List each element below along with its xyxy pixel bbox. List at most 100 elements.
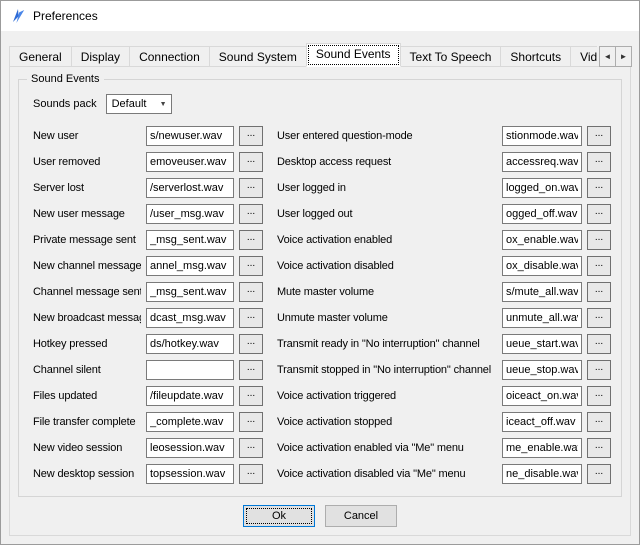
browse-voice-activation-enabled[interactable]: ...	[587, 230, 611, 250]
chevron-left-icon: ◄	[604, 52, 612, 61]
input-new-video-session[interactable]	[146, 438, 234, 458]
tab-connection[interactable]: Connection	[129, 46, 210, 67]
browse-user-entered-question-mode[interactable]: ...	[587, 126, 611, 146]
browse-channel-silent[interactable]: ...	[239, 360, 263, 380]
input-channel-silent[interactable]	[146, 360, 234, 380]
input-voice-activation-stopped[interactable]	[502, 412, 582, 432]
tab-sound-events[interactable]: Sound Events	[306, 43, 401, 67]
app-icon	[10, 8, 26, 24]
browse-channel-message-sent[interactable]: ...	[239, 282, 263, 302]
label-files-updated: Files updated	[33, 390, 141, 402]
label-new-channel-message: New channel message	[33, 260, 141, 272]
tab-strip: GeneralDisplayConnectionSound SystemSoun…	[9, 43, 597, 67]
sound-event-columns: New user ... User removed ... Server los…	[33, 126, 607, 484]
browse-user-removed[interactable]: ...	[239, 152, 263, 172]
input-new-channel-message[interactable]	[146, 256, 234, 276]
input-file-transfer-complete[interactable]	[146, 412, 234, 432]
label-new-user: New user	[33, 130, 141, 142]
sounds-pack-row: Sounds pack Default ▼	[33, 94, 607, 114]
browse-new-user[interactable]: ...	[239, 126, 263, 146]
input-user-logged-out[interactable]	[502, 204, 582, 224]
browse-voice-activation-disabled-via-me-menu[interactable]: ...	[587, 464, 611, 484]
label-mute-master-volume: Mute master volume	[277, 286, 497, 298]
input-new-user-message[interactable]	[146, 204, 234, 224]
input-server-lost[interactable]	[146, 178, 234, 198]
sound-events-column-right: User entered question-mode ... Desktop a…	[277, 126, 611, 484]
input-transmit-ready-in-no-interruption-channel[interactable]	[502, 334, 582, 354]
browse-private-message-sent[interactable]: ...	[239, 230, 263, 250]
input-user-entered-question-mode[interactable]	[502, 126, 582, 146]
tab-sound-system[interactable]: Sound System	[209, 46, 307, 67]
input-user-removed[interactable]	[146, 152, 234, 172]
browse-user-logged-out[interactable]: ...	[587, 204, 611, 224]
tab-video[interactable]: Video	[570, 46, 597, 67]
input-user-logged-in[interactable]	[502, 178, 582, 198]
tab-general[interactable]: General	[9, 46, 72, 67]
label-voice-activation-enabled: Voice activation enabled	[277, 234, 497, 246]
browse-new-user-message[interactable]: ...	[239, 204, 263, 224]
tab-scroll-right-button[interactable]: ►	[615, 46, 632, 67]
input-voice-activation-enabled[interactable]	[502, 230, 582, 250]
input-unmute-master-volume[interactable]	[502, 308, 582, 328]
cancel-button[interactable]: Cancel	[325, 505, 397, 527]
label-user-removed: User removed	[33, 156, 141, 168]
input-files-updated[interactable]	[146, 386, 234, 406]
tab-display[interactable]: Display	[71, 46, 130, 67]
label-file-transfer-complete: File transfer complete	[33, 416, 141, 428]
label-channel-message-sent: Channel message sent	[33, 286, 141, 298]
browse-transmit-ready-in-no-interruption-channel[interactable]: ...	[587, 334, 611, 354]
browse-voice-activation-disabled[interactable]: ...	[587, 256, 611, 276]
input-new-desktop-session[interactable]	[146, 464, 234, 484]
ok-button[interactable]: Ok	[243, 505, 315, 527]
label-transmit-ready-in-no-interruption-channel: Transmit ready in "No interruption" chan…	[277, 338, 497, 350]
label-voice-activation-disabled-via-me-menu: Voice activation disabled via "Me" menu	[277, 468, 497, 480]
input-channel-message-sent[interactable]	[146, 282, 234, 302]
browse-voice-activation-enabled-via-me-menu[interactable]: ...	[587, 438, 611, 458]
input-voice-activation-disabled-via-me-menu[interactable]	[502, 464, 582, 484]
tab-shortcuts[interactable]: Shortcuts	[500, 46, 571, 67]
browse-new-broadcast-message[interactable]: ...	[239, 308, 263, 328]
titlebar: Preferences	[1, 1, 639, 31]
browse-new-video-session[interactable]: ...	[239, 438, 263, 458]
label-voice-activation-enabled-via-me-menu: Voice activation enabled via "Me" menu	[277, 442, 497, 454]
input-new-broadcast-message[interactable]	[146, 308, 234, 328]
tab-scroll-left-button[interactable]: ◄	[599, 46, 616, 67]
sounds-pack-select[interactable]: Default ▼	[106, 94, 172, 114]
label-desktop-access-request: Desktop access request	[277, 156, 497, 168]
browse-unmute-master-volume[interactable]: ...	[587, 308, 611, 328]
input-voice-activation-triggered[interactable]	[502, 386, 582, 406]
input-voice-activation-disabled[interactable]	[502, 256, 582, 276]
browse-new-desktop-session[interactable]: ...	[239, 464, 263, 484]
input-desktop-access-request[interactable]	[502, 152, 582, 172]
sound-events-groupbox: Sound Events Sounds pack Default ▼ New u…	[18, 79, 622, 497]
browse-hotkey-pressed[interactable]: ...	[239, 334, 263, 354]
input-private-message-sent[interactable]	[146, 230, 234, 250]
input-mute-master-volume[interactable]	[502, 282, 582, 302]
browse-file-transfer-complete[interactable]: ...	[239, 412, 263, 432]
tab-scroll-control: ◄ ►	[599, 46, 631, 67]
browse-user-logged-in[interactable]: ...	[587, 178, 611, 198]
browse-desktop-access-request[interactable]: ...	[587, 152, 611, 172]
browse-mute-master-volume[interactable]: ...	[587, 282, 611, 302]
chevron-right-icon: ►	[620, 52, 628, 61]
browse-voice-activation-stopped[interactable]: ...	[587, 412, 611, 432]
input-voice-activation-enabled-via-me-menu[interactable]	[502, 438, 582, 458]
tab-text-to-speech[interactable]: Text To Speech	[400, 46, 502, 67]
sound-events-column-left: New user ... User removed ... Server los…	[33, 126, 263, 484]
label-voice-activation-disabled: Voice activation disabled	[277, 260, 497, 272]
tab-bar: GeneralDisplayConnectionSound SystemSoun…	[9, 43, 631, 67]
browse-new-channel-message[interactable]: ...	[239, 256, 263, 276]
input-transmit-stopped-in-no-interruption-channel[interactable]	[502, 360, 582, 380]
label-unmute-master-volume: Unmute master volume	[277, 312, 497, 324]
window-title: Preferences	[33, 9, 98, 23]
label-hotkey-pressed: Hotkey pressed	[33, 338, 141, 350]
browse-transmit-stopped-in-no-interruption-channel[interactable]: ...	[587, 360, 611, 380]
input-hotkey-pressed[interactable]	[146, 334, 234, 354]
preferences-dialog: Preferences GeneralDisplayConnectionSoun…	[0, 0, 640, 545]
input-new-user[interactable]	[146, 126, 234, 146]
browse-voice-activation-triggered[interactable]: ...	[587, 386, 611, 406]
dialog-buttons: Ok Cancel	[16, 501, 624, 527]
browse-server-lost[interactable]: ...	[239, 178, 263, 198]
label-server-lost: Server lost	[33, 182, 141, 194]
browse-files-updated[interactable]: ...	[239, 386, 263, 406]
